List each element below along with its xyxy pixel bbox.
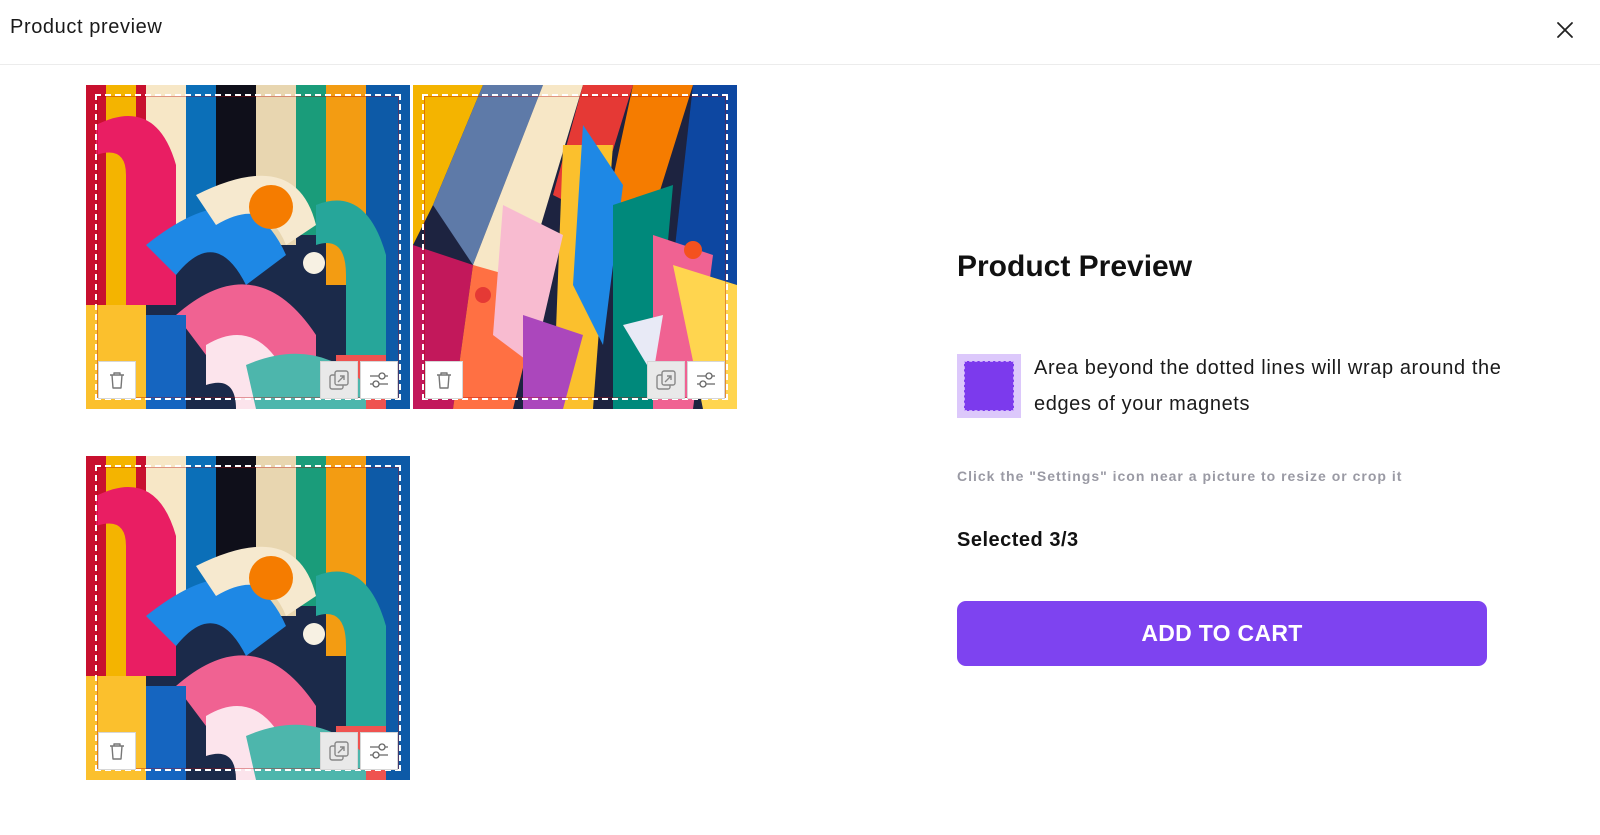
wrap-area-swatch-inner <box>964 361 1014 411</box>
sliders-settings-icon <box>697 372 715 388</box>
trash-icon <box>110 743 124 760</box>
replace-image-button[interactable] <box>320 732 358 770</box>
delete-button[interactable] <box>98 361 136 399</box>
photo-tile-1[interactable] <box>86 85 410 409</box>
trash-icon <box>437 372 451 389</box>
delete-button[interactable] <box>98 732 136 770</box>
swap-image-icon <box>656 370 676 390</box>
photo-tile-3[interactable] <box>86 456 410 780</box>
sliders-settings-icon <box>370 372 388 388</box>
settings-hint: Click the "Settings" icon near a picture… <box>957 468 1403 484</box>
close-icon <box>1557 22 1573 38</box>
sliders-settings-icon <box>370 743 388 759</box>
panel-title: Product Preview <box>957 250 1193 283</box>
replace-image-button[interactable] <box>647 361 685 399</box>
settings-button[interactable] <box>360 732 398 770</box>
product-preview-modal: Product preview Product Preview Area bey… <box>0 0 1600 835</box>
wrap-area-note: Area beyond the dotted lines will wrap a… <box>1034 357 1502 415</box>
settings-button[interactable] <box>360 361 398 399</box>
settings-button[interactable] <box>687 361 725 399</box>
replace-image-button[interactable] <box>320 361 358 399</box>
add-to-cart-button[interactable]: ADD TO CART <box>957 601 1487 666</box>
swap-image-icon <box>329 370 349 390</box>
modal-header: Product preview <box>0 0 1600 65</box>
trash-icon <box>110 372 124 389</box>
swap-image-icon <box>329 741 349 761</box>
delete-button[interactable] <box>425 361 463 399</box>
modal-title: Product preview <box>10 16 163 38</box>
close-button[interactable] <box>1551 16 1579 44</box>
photo-tile-2[interactable] <box>413 85 737 409</box>
selected-count: Selected 3/3 <box>957 529 1079 551</box>
wrap-area-swatch <box>957 354 1021 418</box>
